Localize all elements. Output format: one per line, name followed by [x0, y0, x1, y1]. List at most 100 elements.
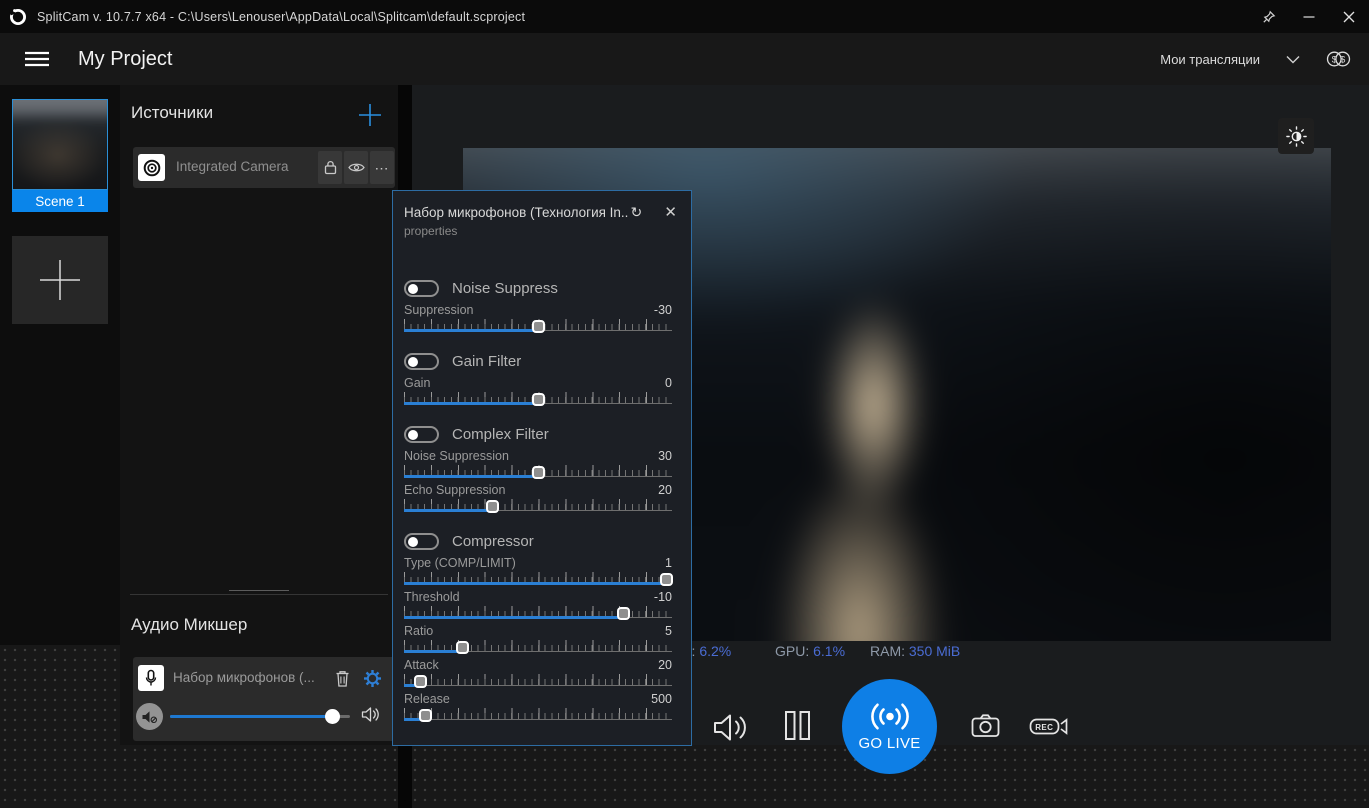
- mixer-item-microphone[interactable]: Набор микрофонов (...: [133, 657, 395, 741]
- brightness-icon: [1285, 125, 1307, 147]
- slider-ratio: Ratio 5: [404, 624, 672, 654]
- microphone-properties-popup: Набор микрофонов (Технология In.. ↻ ✕ pr…: [392, 190, 692, 746]
- slider-handle[interactable]: [617, 607, 631, 620]
- toggle-switch[interactable]: [404, 533, 439, 550]
- toggle-noise-suppress[interactable]: Noise Suppress: [404, 280, 691, 297]
- go-live-label: GO LIVE: [858, 735, 921, 752]
- toggle-complex-filter[interactable]: Complex Filter: [404, 426, 691, 443]
- my-streams-dropdown[interactable]: Мои трансляции: [1160, 52, 1260, 67]
- audio-settings-button[interactable]: [362, 668, 382, 688]
- lock-source-button[interactable]: [318, 151, 342, 184]
- slider-handle[interactable]: [531, 320, 545, 333]
- pin-on-top-button[interactable]: [1249, 0, 1289, 33]
- slider-type: Type (COMP/LIMIT) 1: [404, 556, 674, 586]
- volume-fill: [170, 715, 332, 718]
- volume-handle[interactable]: [325, 709, 340, 724]
- go-live-button[interactable]: GO LIVE: [842, 679, 937, 774]
- lock-icon: [324, 161, 336, 175]
- toggle-label: Noise Suppress: [452, 280, 558, 297]
- slider-handle[interactable]: [418, 709, 432, 722]
- slider-handle[interactable]: [485, 500, 499, 513]
- toggle-label: Gain Filter: [452, 353, 522, 370]
- pause-button[interactable]: [783, 709, 811, 741]
- ram-stat: RAM: 350 MiB: [870, 643, 961, 659]
- slider-track[interactable]: [404, 708, 672, 722]
- slider-handle[interactable]: [660, 573, 674, 586]
- slider-noise-suppression: Noise Suppression 30: [404, 449, 672, 479]
- hamburger-menu-button[interactable]: [20, 44, 54, 74]
- slider-track[interactable]: [404, 572, 674, 586]
- rec-icon: REC: [1029, 717, 1068, 735]
- camera-icon: [971, 713, 999, 737]
- toggle-switch[interactable]: [404, 353, 439, 370]
- slider-track[interactable]: [404, 319, 672, 333]
- popup-subtitle: properties: [404, 224, 458, 238]
- source-more-options-button[interactable]: ⋯: [370, 151, 394, 184]
- window-title: SplitCam v. 10.7.7 x64 - C:\Users\Lenous…: [37, 9, 526, 24]
- scene-1-thumbnail[interactable]: [12, 99, 108, 190]
- scene-1-preview-image: [13, 100, 107, 189]
- close-button[interactable]: [1329, 0, 1369, 33]
- slider-label: Attack: [404, 658, 439, 672]
- slider-track[interactable]: [404, 465, 672, 479]
- chevron-down-icon[interactable]: [1286, 55, 1300, 64]
- slider-handle[interactable]: [531, 393, 545, 406]
- toggle-switch[interactable]: [404, 280, 439, 297]
- mute-button[interactable]: [136, 703, 163, 730]
- panel-splitter-handle[interactable]: [130, 590, 388, 598]
- snapshot-button[interactable]: [969, 711, 1001, 739]
- toggle-switch[interactable]: [404, 426, 439, 443]
- slider-value: 0: [665, 376, 672, 390]
- gpu-stat: GPU: 6.1%: [775, 643, 846, 659]
- source-item-integrated-camera[interactable]: Integrated Camera ⋯: [133, 147, 395, 188]
- refresh-icon[interactable]: ↻: [630, 204, 642, 221]
- slider-track[interactable]: [404, 674, 672, 688]
- audio-mixer-title: Аудио Микшер: [131, 615, 248, 634]
- record-button[interactable]: REC: [1029, 713, 1069, 739]
- add-source-button[interactable]: [356, 101, 384, 129]
- slider-track[interactable]: [404, 606, 672, 620]
- slider-handle[interactable]: [531, 466, 545, 479]
- slider-value: -10: [653, 590, 672, 604]
- volume-slider[interactable]: [170, 709, 350, 724]
- slider-attack: Attack 20: [404, 658, 672, 688]
- toggle-compressor[interactable]: Compressor: [404, 533, 691, 550]
- svg-text:$: $: [1340, 54, 1345, 64]
- slider-label: Echo Suppression: [404, 483, 506, 497]
- audio-monitor-button[interactable]: [711, 711, 749, 743]
- slider-value: -30: [653, 303, 672, 317]
- add-scene-button[interactable]: [12, 236, 108, 324]
- toggle-label: Complex Filter: [452, 426, 549, 443]
- slider-track[interactable]: [404, 499, 672, 513]
- slider-value: 1: [665, 556, 672, 570]
- donations-icon[interactable]: $ $: [1326, 50, 1351, 68]
- minimize-button[interactable]: [1289, 0, 1329, 33]
- toggle-visibility-button[interactable]: [344, 151, 368, 184]
- title-bar: SplitCam v. 10.7.7 x64 - C:\Users\Lenous…: [0, 0, 1369, 33]
- remove-audio-source-button[interactable]: [332, 668, 352, 688]
- side-panel: Источники Integrated Camera ⋯ Аудио Микш…: [120, 85, 398, 745]
- toggle-gain-filter[interactable]: Gain Filter: [404, 353, 691, 370]
- mixer-device-name: Набор микрофонов (...: [173, 670, 315, 685]
- splitcam-window: SplitCam v. 10.7.7 x64 - C:\Users\Lenous…: [0, 0, 1369, 808]
- microphone-icon: [138, 665, 164, 691]
- plus-icon: [359, 104, 381, 126]
- svg-text:REC: REC: [1035, 722, 1053, 731]
- pause-icon: [784, 710, 810, 740]
- plus-icon: [40, 260, 80, 300]
- slider-handle[interactable]: [456, 641, 470, 654]
- svg-text:$: $: [1332, 54, 1337, 64]
- slider-value: 5: [665, 624, 672, 638]
- source-name: Integrated Camera: [176, 159, 289, 174]
- broadcast-icon: [870, 703, 909, 730]
- sources-title: Источники: [131, 103, 214, 122]
- slider-value: 500: [651, 692, 672, 706]
- slider-track[interactable]: [404, 640, 672, 654]
- slider-handle[interactable]: [413, 675, 427, 688]
- speaker-icon: [714, 714, 746, 740]
- slider-track[interactable]: [404, 392, 672, 406]
- brightness-button[interactable]: [1278, 118, 1314, 154]
- slider-gain: Gain 0: [404, 376, 672, 406]
- slider-value: 20: [658, 658, 672, 672]
- popup-close-button[interactable]: ✕: [660, 203, 681, 221]
